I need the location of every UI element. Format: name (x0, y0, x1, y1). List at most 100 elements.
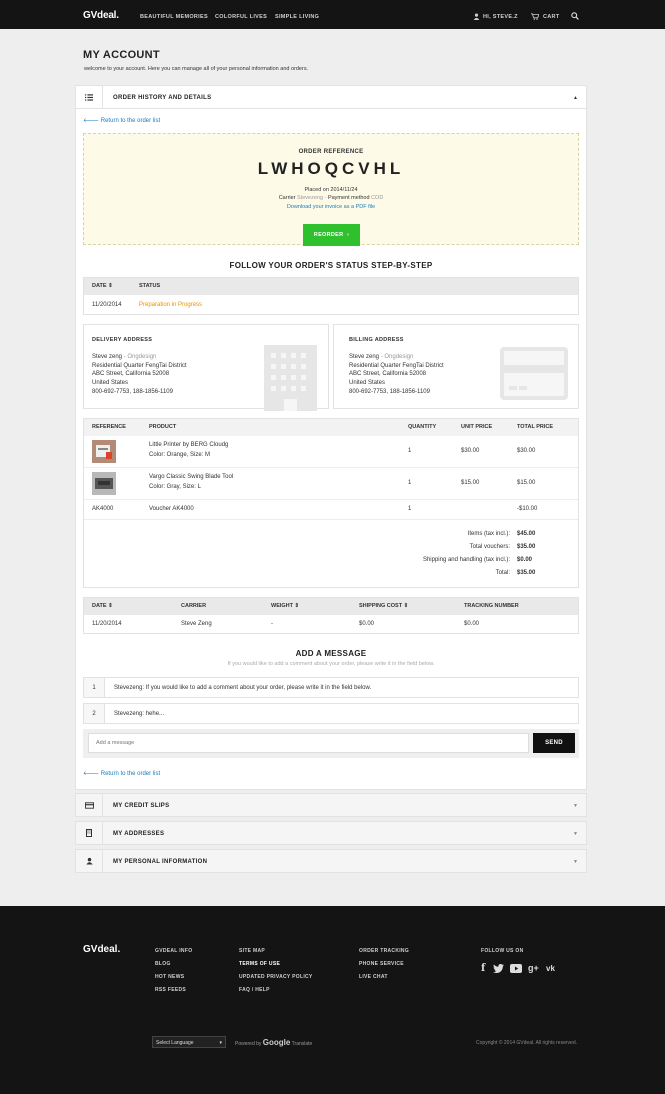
accordion-personal-info[interactable]: MY PERSONAL INFORMATION ▼ (75, 849, 587, 873)
ship-weight: - (271, 621, 273, 627)
billing-line2: ABC Street, California 52008 (349, 371, 427, 378)
chevron-right-icon: › (347, 232, 350, 238)
product-unit-price: $30.00 (461, 448, 480, 454)
col-total-price: TOTAL PRICE (517, 424, 554, 430)
order-reference-box: ORDER REFERENCE LWHOQCVHL Placed on 2014… (83, 133, 579, 246)
footer-logo[interactable]: GVdeal. (83, 944, 120, 955)
ship-tracking: $0.00 (464, 621, 480, 627)
send-button[interactable]: SEND (533, 733, 575, 753)
cart-icon (531, 13, 540, 22)
grand-total-value: $35.00 (517, 570, 536, 576)
footer: GVdeal. GVDEAL INFO BLOG HOT NEWS RSS FE… (0, 906, 665, 1094)
footer-link[interactable]: GVDEAL INFO (155, 945, 192, 958)
message-number: 2 (84, 704, 105, 723)
grand-total-label: Total: (495, 570, 510, 576)
message-input[interactable] (88, 733, 529, 753)
status-date: 11/20/2014 (92, 302, 122, 308)
footer-link[interactable]: HOT NEWS (155, 971, 192, 984)
footer-column-1: GVDEAL INFO BLOG HOT NEWS RSS FEEDS (155, 945, 192, 997)
col-reference: REFERENCE (92, 424, 126, 430)
delivery-name: Steve zeng (92, 354, 123, 360)
footer-column-2: SITE MAP TERMS OF USE UPDATED PRIVACY PO… (239, 945, 313, 997)
invoice-link[interactable]: Download your invoice as a PDF file (287, 204, 375, 210)
cart-link[interactable]: CART (543, 14, 559, 20)
delivery-title: DELIVERY ADDRESS (92, 337, 153, 343)
footer-link[interactable]: RSS FEEDS (155, 984, 192, 997)
footer-link[interactable]: ORDER TRACKING (359, 945, 409, 958)
delivery-line2: ABC Street, California 52008 (92, 371, 170, 378)
col-tracking-number: TRACKING NUMBER (464, 603, 519, 609)
search-icon[interactable] (571, 12, 579, 22)
total-vouchers-value: $35.00 (517, 544, 536, 550)
product-name[interactable]: Little Printer by BERG Cloudg (149, 442, 228, 448)
order-reference: LWHOQCVHL (257, 159, 405, 178)
col-weight[interactable]: WEIGHT ⇕ (271, 603, 299, 609)
col-unit-price: UNIT PRICE (461, 424, 493, 430)
footer-link[interactable]: TERMS OF USE (239, 958, 313, 971)
twitter-icon[interactable] (493, 964, 504, 976)
nav-beautiful-memories[interactable]: BEAUTIFUL MEMORIES (140, 14, 208, 20)
status-table: DATE ⇕ STATUS 11/20/2014 Preparation in … (83, 277, 579, 315)
delivery-address-box: DELIVERY ADDRESS Steve zeng - Ongdesign … (83, 324, 329, 411)
user-icon (76, 850, 103, 872)
reorder-button[interactable]: REORDER › (303, 224, 360, 246)
user-greeting[interactable]: HI, STEVE.Z (483, 14, 518, 20)
return-link-top[interactable]: 🡐 Return to the order list (83, 117, 160, 124)
delivery-line1: Residential Quarter FengTai District (92, 362, 187, 369)
col-ship-date[interactable]: DATE ⇕ (92, 603, 113, 609)
chevron-up-icon: ▲ (573, 95, 578, 101)
product-unit-price: $15.00 (461, 480, 480, 486)
billing-address-box: BILLING ADDRESS Steve zeng - Ongdesign R… (333, 324, 579, 409)
delivery-country: United States (92, 380, 129, 387)
nav-colorful-lives[interactable]: COLORFUL LIVES (215, 14, 267, 20)
product-quantity: 1 (408, 480, 412, 486)
page-subtitle: welcome to your account. Here you can ma… (84, 66, 309, 72)
arrow-left-icon: 🡐 (83, 771, 100, 777)
accordion-credit-slips[interactable]: MY CREDIT SLIPS ▼ (75, 793, 587, 817)
billing-phone: 800-692-7753, 188-1856-1109 (349, 388, 430, 395)
carrier-payment: Carrier Stevezeng - Payment method COD (278, 195, 384, 201)
shipping-table: DATE ⇕ CARRIER WEIGHT ⇕ SHIPPING COST ⇕ … (83, 597, 579, 634)
col-status: STATUS (139, 283, 161, 289)
col-date[interactable]: DATE ⇕ (92, 283, 113, 289)
google-plus-icon[interactable]: g+ (528, 963, 539, 973)
chevron-down-icon: ▾ (219, 1040, 222, 1046)
vk-icon[interactable]: vk (546, 964, 555, 973)
facebook-icon[interactable]: f (481, 963, 485, 974)
status-value: Preparation in Progress (139, 302, 203, 308)
delivery-company: Ongdesign (127, 354, 157, 360)
accordion-title: MY PERSONAL INFORMATION (113, 859, 208, 865)
voucher-total: -$10.00 (517, 506, 538, 512)
accordion-addresses[interactable]: MY ADDRESSES ▼ (75, 821, 587, 845)
col-shipping-cost[interactable]: SHIPPING COST ⇕ (359, 603, 408, 609)
product-thumbnail[interactable] (92, 440, 116, 463)
footer-link[interactable]: BLOG (155, 958, 192, 971)
copyright: Copyright © 2014 GVdeal. All rights rese… (476, 1040, 577, 1046)
order-reference-label: ORDER REFERENCE (298, 149, 364, 155)
footer-link[interactable]: SITE MAP (239, 945, 313, 958)
product-thumbnail[interactable] (92, 472, 116, 495)
ship-carrier: Steve Zeng (181, 621, 212, 627)
youtube-icon[interactable] (510, 964, 522, 976)
arrow-left-icon: 🡐 (83, 118, 100, 124)
footer-link[interactable]: PHONE SERVICE (359, 958, 409, 971)
message-item: 2 Stevezeng: hehe... (83, 703, 579, 724)
product-quantity: 1 (408, 448, 412, 454)
footer-link[interactable]: FAQ / HELP (239, 984, 313, 997)
product-attributes: Color: Gray, Size: L (149, 484, 201, 490)
accordion-title: ORDER HISTORY AND DETAILS (113, 95, 212, 101)
top-bar: GVdeal. BEAUTIFUL MEMORIES COLORFUL LIVE… (0, 0, 665, 29)
col-quantity: QUANTITY (408, 424, 437, 430)
credit-card-icon (76, 794, 103, 816)
logo[interactable]: GVdeal. (83, 10, 119, 21)
google-logo[interactable]: Google (263, 1038, 291, 1047)
nav-simple-living[interactable]: SIMPLE LIVING (275, 14, 319, 20)
language-select[interactable]: Select Language ▾ (152, 1036, 226, 1048)
footer-link[interactable]: LIVE CHAT (359, 971, 409, 984)
return-link-bottom[interactable]: 🡐 Return to the order list (83, 770, 160, 777)
total-items-label: Items (tax incl.): (467, 531, 510, 537)
product-name[interactable]: Vargo Classic Swing Blade Tool (149, 474, 233, 480)
accordion-order-history[interactable]: ORDER HISTORY AND DETAILS ▲ (75, 85, 587, 109)
message-text: Stevezeng: If you would like to add a co… (114, 685, 372, 691)
footer-link[interactable]: UPDATED PRIVACY POLICY (239, 971, 313, 984)
